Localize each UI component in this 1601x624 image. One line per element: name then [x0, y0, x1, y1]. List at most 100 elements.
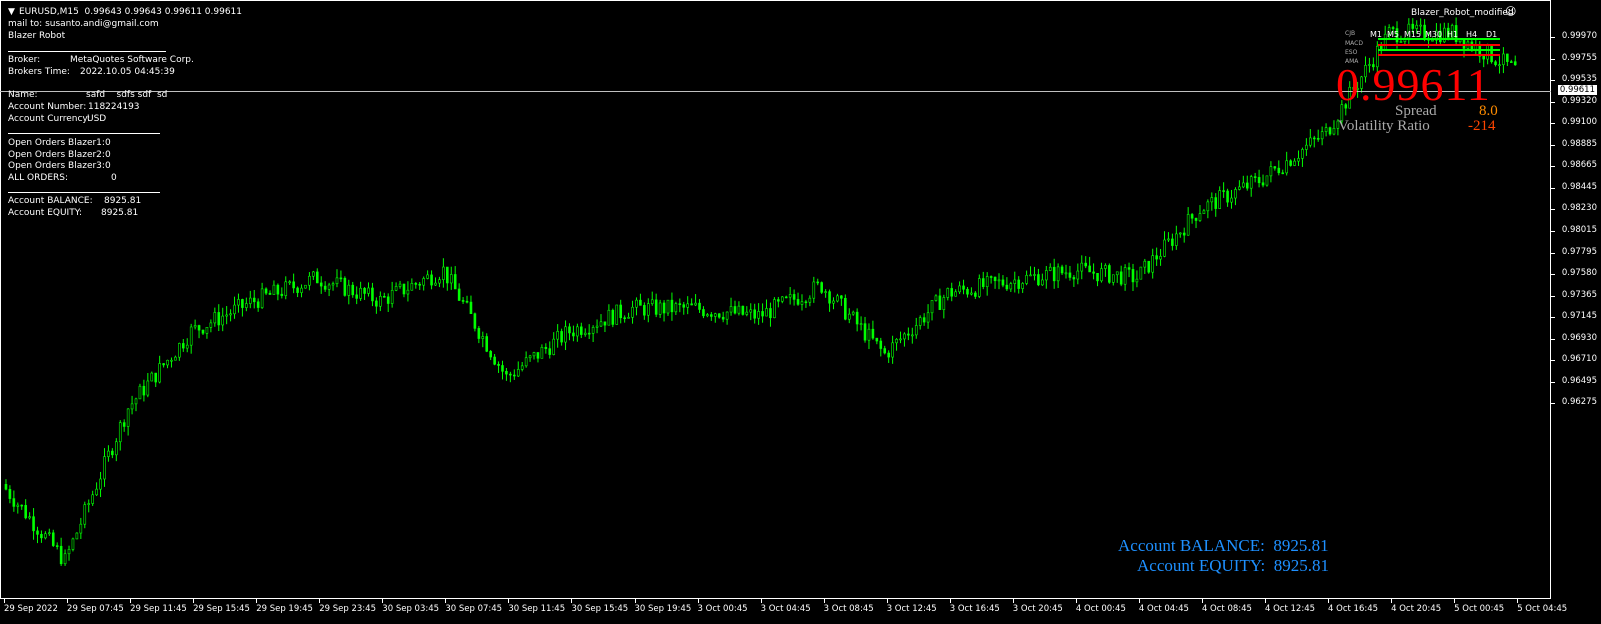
candle — [256, 298, 260, 312]
candle — [406, 281, 410, 302]
candle — [737, 301, 741, 316]
candle — [367, 282, 370, 297]
candle — [706, 313, 709, 318]
candle — [1513, 55, 1517, 66]
candle — [457, 283, 461, 302]
candle — [414, 281, 418, 289]
candle — [308, 272, 311, 291]
chart-window[interactable]: ▼ EURUSD,M15 0.99643 0.99643 0.99611 0.9… — [0, 0, 1601, 624]
candle — [1293, 158, 1296, 167]
candle — [351, 281, 355, 298]
candle — [1297, 150, 1300, 166]
candle — [28, 512, 31, 520]
price-chart[interactable] — [0, 0, 1551, 599]
candle — [788, 287, 792, 305]
candle — [1131, 263, 1135, 291]
candle — [237, 293, 240, 313]
candle — [178, 342, 181, 361]
candle — [974, 291, 977, 299]
candle — [343, 276, 347, 297]
candle — [753, 303, 756, 324]
candle — [1257, 169, 1261, 188]
candle — [1328, 126, 1332, 136]
time-tick — [508, 599, 510, 603]
candle — [1305, 138, 1308, 156]
candle — [292, 273, 295, 294]
candle — [1269, 161, 1273, 183]
candle — [1281, 169, 1285, 175]
dropdown-icon[interactable]: ▼ — [8, 7, 15, 18]
candle — [1253, 172, 1257, 183]
candle — [434, 277, 437, 286]
candle — [465, 295, 469, 304]
candle — [1309, 129, 1312, 148]
candle — [532, 351, 536, 360]
candle — [103, 448, 106, 487]
current-price-label: 0.99611 — [1557, 85, 1597, 95]
price-tick — [1551, 403, 1555, 405]
candle — [1021, 282, 1024, 293]
candle — [1048, 263, 1052, 272]
candle — [690, 298, 693, 306]
candle — [375, 297, 378, 314]
candle — [520, 361, 524, 372]
candle — [67, 545, 71, 561]
price-tick — [1551, 187, 1555, 189]
candle — [639, 293, 642, 306]
blazer1-label: Open Orders Blazer1: — [8, 138, 105, 148]
candle — [1474, 38, 1478, 56]
candle — [284, 276, 288, 300]
candle — [51, 529, 55, 548]
candle — [836, 293, 839, 303]
time-tick-label: 4 Oct 20:45 — [1391, 604, 1442, 614]
candle — [1052, 258, 1056, 289]
price-tick — [1551, 317, 1555, 319]
candle — [934, 294, 938, 302]
equity-value: 8925.81 — [101, 208, 139, 218]
candle — [587, 324, 591, 340]
candle — [757, 303, 760, 325]
price-tick — [1551, 101, 1555, 103]
candle — [887, 350, 890, 363]
candle — [978, 274, 981, 299]
candle — [410, 278, 414, 291]
candle — [469, 295, 473, 314]
candle — [1111, 274, 1115, 286]
time-tick-label: 4 Oct 00:45 — [1075, 604, 1126, 614]
candle — [371, 282, 374, 307]
candle — [304, 284, 307, 289]
candle — [142, 379, 146, 402]
candle — [725, 311, 729, 325]
volatility-label: Volatility Ratio — [1338, 118, 1430, 134]
candle — [115, 438, 118, 462]
candle — [646, 298, 650, 323]
price-tick — [1551, 144, 1555, 146]
time-tick — [634, 599, 636, 603]
candle — [950, 282, 954, 302]
time-tick-label: 29 Sep 23:45 — [319, 604, 376, 614]
candle — [591, 325, 595, 343]
candle — [438, 276, 441, 288]
candle — [1108, 263, 1111, 284]
candle — [851, 310, 855, 316]
price-tick — [1551, 252, 1555, 254]
candle — [792, 289, 796, 306]
candle — [241, 298, 244, 317]
candle — [643, 302, 646, 320]
candle — [55, 542, 59, 550]
time-tick-label: 3 Oct 00:45 — [697, 604, 748, 614]
candle — [914, 317, 918, 339]
candle — [1218, 186, 1221, 209]
candle — [603, 321, 607, 333]
candle — [1115, 271, 1119, 283]
candle — [717, 313, 721, 319]
balance-label: Account BALANCE: — [8, 196, 93, 206]
candle — [1123, 264, 1127, 291]
candle — [1194, 217, 1198, 229]
candle — [765, 299, 768, 317]
candle — [879, 337, 883, 357]
candle — [903, 332, 906, 347]
candle — [796, 292, 800, 306]
candle — [1261, 174, 1265, 188]
time-tick — [760, 599, 762, 603]
